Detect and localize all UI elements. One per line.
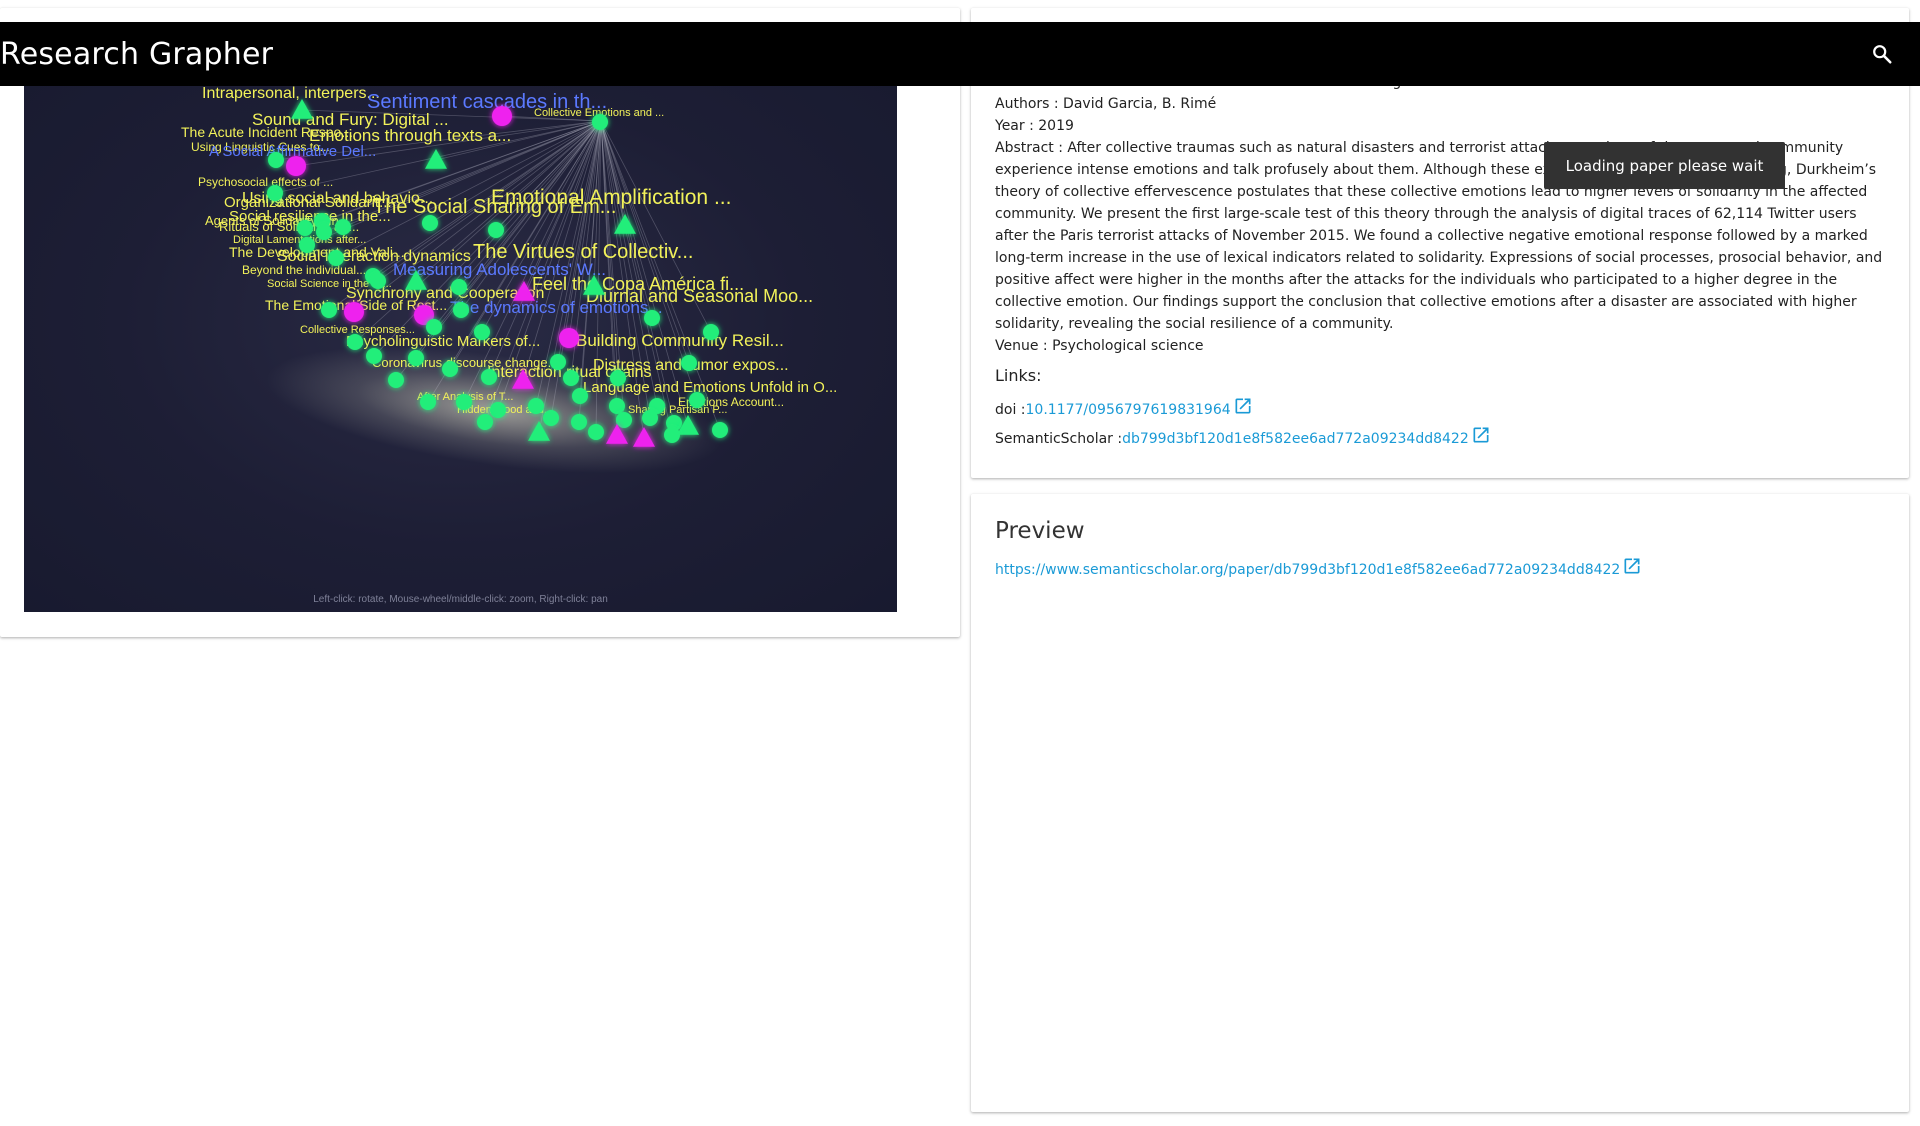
preview-link-row: https://www.semanticscholar.org/paper/db… (995, 558, 1642, 578)
graph-node[interactable] (712, 422, 728, 438)
graph-node[interactable] (456, 394, 472, 410)
graph-node[interactable] (681, 355, 697, 371)
graph-node-label[interactable]: Psycholinguistic Markers of... (346, 333, 540, 350)
graph-node[interactable] (490, 402, 506, 418)
links-heading: Links: (995, 366, 1042, 385)
graph-node[interactable] (614, 214, 636, 234)
doi-link[interactable]: 10.1177/0956797619831964 (1026, 402, 1231, 418)
graph-node[interactable] (451, 279, 467, 295)
graph-node[interactable] (528, 398, 544, 414)
graph-controls-hint: Left-click: rotate, Mouse-wheel/middle-c… (313, 594, 608, 605)
graph-node[interactable] (543, 410, 559, 426)
graph-node[interactable] (488, 222, 504, 238)
paper-venue: Venue : Psychological science (995, 338, 1204, 354)
paper-authors: Authors : David Garcia, B. Rimé (995, 96, 1217, 112)
preview-url-link[interactable]: https://www.semanticscholar.org/paper/db… (995, 562, 1620, 578)
graph-node[interactable] (492, 106, 512, 126)
graph-node[interactable] (297, 220, 313, 236)
graph-node[interactable] (477, 414, 493, 430)
graph-node[interactable] (481, 369, 497, 385)
graph-node[interactable] (644, 310, 660, 326)
app-title: Research Grapher (0, 36, 274, 72)
graph-node[interactable] (664, 427, 680, 443)
graph-node[interactable] (442, 361, 458, 377)
graph-node[interactable] (572, 388, 588, 404)
graph-node[interactable] (366, 348, 382, 364)
graph-node[interactable] (408, 350, 424, 366)
graph-node-label[interactable]: The dynamics of emotions... (450, 298, 663, 317)
graph-node[interactable] (689, 392, 705, 408)
graph-node[interactable] (563, 370, 579, 386)
graph-node[interactable] (559, 328, 579, 348)
semanticscholar-link[interactable]: db799d3bf120d1e8f582ee6ad772a09234dd8422 (1122, 431, 1469, 447)
graph-node-label[interactable]: Coronavirus discourse change... (372, 355, 558, 370)
graph-node-label[interactable]: Sharing Partisan P... (628, 404, 727, 416)
semanticscholar-label: SemanticScholar : (995, 431, 1123, 447)
search-icon (1873, 45, 1892, 64)
loading-snackbar: Loading paper please wait (1544, 142, 1785, 189)
graph-node[interactable] (328, 250, 344, 266)
graph-node[interactable] (609, 398, 625, 414)
graph-node[interactable] (550, 354, 566, 370)
graph-node[interactable] (347, 334, 363, 350)
graph-node[interactable] (267, 185, 283, 201)
preview-card (971, 494, 1909, 1112)
graph-node[interactable] (286, 156, 306, 176)
graph-node-label[interactable]: Building Community Resil... (576, 331, 784, 350)
graph-canvas[interactable]: Intrapersonal, interpers... Sentiment cas… (24, 80, 897, 612)
semanticscholar-row: SemanticScholar : db799d3bf120d1e8f582ee… (995, 427, 1491, 447)
graph-node[interactable] (268, 152, 284, 168)
graph-node[interactable] (422, 215, 438, 231)
graph-node[interactable] (426, 319, 442, 335)
graph-node[interactable] (610, 370, 626, 386)
graph-node-label[interactable]: Intrapersonal, interpers... (202, 85, 380, 102)
graph-node[interactable] (316, 224, 332, 240)
graph-node[interactable] (388, 372, 404, 388)
graph-node[interactable] (299, 237, 315, 253)
graph-node-label[interactable]: The Social Sharing of Em... (373, 196, 616, 218)
graph-node[interactable] (420, 394, 436, 410)
doi-row: doi : 10.1177/0956797619831964 (995, 398, 1253, 418)
graph-node[interactable] (474, 324, 490, 340)
graph-node[interactable] (344, 302, 364, 322)
graph-node[interactable] (592, 114, 608, 130)
graph-node[interactable] (370, 273, 386, 289)
search-button[interactable] (1862, 34, 1902, 74)
open-in-new-icon[interactable] (1622, 556, 1642, 576)
graph-node[interactable] (321, 302, 337, 318)
graph-node[interactable] (616, 412, 632, 428)
citation-graph[interactable]: Intrapersonal, interpers...Sentiment cas… (24, 80, 897, 612)
graph-edge (373, 120, 602, 357)
preview-title: Preview (995, 518, 1085, 544)
graph-node-label[interactable]: Psychosocial effects of ... (198, 175, 333, 189)
paper-year: Year : 2019 (995, 118, 1074, 134)
graph-node[interactable] (453, 302, 469, 318)
graph-node[interactable] (571, 414, 587, 430)
graph-node[interactable] (588, 424, 604, 440)
graph-node[interactable] (703, 324, 719, 340)
open-in-new-icon[interactable] (1233, 396, 1253, 416)
graph-node-label[interactable]: Beyond the individual... (242, 263, 366, 277)
graph-node[interactable] (642, 410, 658, 426)
doi-label: doi : (995, 402, 1026, 418)
open-in-new-icon[interactable] (1471, 425, 1491, 445)
graph-node[interactable] (335, 219, 351, 235)
app-bar: Research Grapher (0, 22, 1920, 86)
